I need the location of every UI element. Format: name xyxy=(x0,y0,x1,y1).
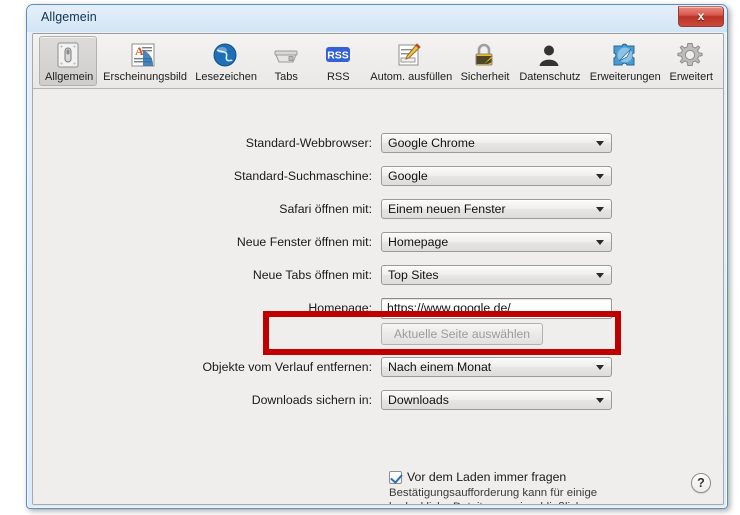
select-value: Downloads xyxy=(388,393,449,407)
note-line-2: bedenkliche Dateitypen, einschließlich xyxy=(389,501,639,504)
select-value: Nach einem Monat xyxy=(388,360,492,374)
row-label: Standard-Suchmaschine: xyxy=(233,169,372,183)
row-label: Standard-Webbrowser: xyxy=(245,136,372,150)
row-label: Neue Fenster öffnen mit: xyxy=(236,235,372,249)
new-tabs-open-with-select[interactable]: Top Sites xyxy=(381,265,612,285)
default-search-engine-select[interactable]: Google xyxy=(381,166,612,186)
chevron-down-icon xyxy=(596,174,604,179)
toolbar-item-allgemein[interactable]: Allgemein xyxy=(39,36,98,86)
remove-history-items-select[interactable]: Nach einem Monat xyxy=(381,357,612,377)
svg-text:RSS: RSS xyxy=(327,50,349,62)
appearance-page-icon: A xyxy=(103,40,183,70)
toolbar-item-sicherheit[interactable]: Sicherheit xyxy=(455,36,514,86)
general-switch-icon xyxy=(45,40,91,70)
row-standard-webbrowser: Standard-Webbrowser: Google Chrome xyxy=(33,133,723,153)
toolbar-item-label: Erscheinungsbild xyxy=(103,71,187,83)
always-ask-checkbox-label: Vor dem Laden immer fragen xyxy=(407,470,567,484)
new-windows-open-with-select[interactable]: Homepage xyxy=(381,232,612,252)
row-safari-oeffnen-mit: Safari öffnen mit: Einem neuen Fenster xyxy=(33,199,723,219)
preferences-toolbar: Allgemein A Erscheinungsbild Lesezeichen… xyxy=(33,34,723,89)
toolbar-item-rss[interactable]: RSS RSS xyxy=(312,36,364,86)
chevron-down-icon xyxy=(596,207,604,212)
row-label: Safari öffnen mit: xyxy=(279,202,372,216)
row-label: Downloads sichern in: xyxy=(251,393,372,407)
toolbar-item-label: Allgemein xyxy=(45,71,94,83)
toolbar-item-label: RSS xyxy=(326,71,350,83)
toolbar-item-label: Erweitert xyxy=(669,71,713,83)
download-warning-note: Bestätigungsaufforderung kann für einige… xyxy=(389,487,639,504)
toolbar-item-tabs[interactable]: Tabs xyxy=(260,36,312,86)
row-label: Homepage: xyxy=(308,301,372,315)
close-icon[interactable]: x xyxy=(678,6,724,27)
row-select-current-page: Aktuelle Seite auswählen xyxy=(33,323,723,345)
extensions-puzzle-icon xyxy=(590,40,658,70)
general-preferences-form: Standard-Webbrowser: Google Chrome Stand… xyxy=(33,89,723,504)
select-value: Google Chrome xyxy=(388,136,475,150)
preferences-panel: Allgemein A Erscheinungsbild Lesezeichen… xyxy=(32,33,724,505)
rss-icon: RSS xyxy=(318,40,358,70)
row-neue-fenster-oeffnen-mit: Neue Fenster öffnen mit: Homepage xyxy=(33,232,723,252)
security-lock-icon xyxy=(461,40,508,70)
row-homepage: Homepage: https://www.google.de/ xyxy=(33,297,723,319)
toolbar-item-lesezeichen[interactable]: Lesezeichen xyxy=(189,36,260,86)
toolbar-item-label: Sicherheit xyxy=(460,71,510,83)
homepage-input[interactable]: https://www.google.de/ xyxy=(381,297,612,319)
select-value: Homepage xyxy=(388,235,449,249)
select-value: Google xyxy=(388,169,428,183)
toolbar-item-label: Tabs xyxy=(274,71,298,83)
always-ask-checkbox[interactable] xyxy=(389,470,402,484)
chevron-down-icon xyxy=(596,273,604,278)
toolbar-item-erweiterungen[interactable]: Erweiterungen xyxy=(584,36,664,86)
toolbar-item-label: Autom. ausfüllen xyxy=(370,71,453,83)
window-titlebar: Allgemein x xyxy=(27,5,727,32)
row-neue-tabs-oeffnen-mit: Neue Tabs öffnen mit: Top Sites xyxy=(33,265,723,285)
select-current-page-button[interactable]: Aktuelle Seite auswählen xyxy=(381,323,543,345)
default-webbrowser-select[interactable]: Google Chrome xyxy=(381,133,612,153)
tabs-icon xyxy=(266,40,306,70)
privacy-person-icon xyxy=(519,40,577,70)
always-ask-before-downloading-row[interactable]: Vor dem Laden immer fragen xyxy=(389,470,566,484)
toolbar-item-erscheinungsbild[interactable]: A Erscheinungsbild xyxy=(97,36,189,86)
toolbar-item-label: Datenschutz xyxy=(519,71,581,83)
select-value: Einem neuen Fenster xyxy=(388,202,506,216)
toolbar-item-erweitert[interactable]: Erweitert xyxy=(664,36,717,86)
row-downloads-sichern-in: Downloads sichern in: Downloads xyxy=(33,390,723,410)
preferences-window: Allgemein x Allgemein A Erscheinungsbild… xyxy=(26,4,728,509)
row-label: Objekte vom Verlauf entfernen: xyxy=(202,360,372,374)
chevron-down-icon xyxy=(596,141,604,146)
chevron-down-icon xyxy=(596,365,604,370)
chevron-down-icon xyxy=(596,398,604,403)
window-title: Allgemein xyxy=(41,10,97,24)
autofill-form-icon xyxy=(370,40,448,70)
save-downloads-to-select[interactable]: Downloads xyxy=(381,390,612,410)
row-standard-suchmaschine: Standard-Suchmaschine: Google xyxy=(33,166,723,186)
advanced-gear-icon xyxy=(670,40,711,70)
toolbar-item-datenschutz[interactable]: Datenschutz xyxy=(513,36,583,86)
select-value: Top Sites xyxy=(388,268,439,282)
safari-opens-with-select[interactable]: Einem neuen Fenster xyxy=(381,199,612,219)
chevron-down-icon xyxy=(596,240,604,245)
row-objekte-vom-verlauf-entfernen: Objekte vom Verlauf entfernen: Nach eine… xyxy=(33,357,723,377)
note-line-1: Bestätigungsaufforderung kann für einige xyxy=(389,487,598,499)
toolbar-item-autom-ausfuellen[interactable]: Autom. ausfüllen xyxy=(364,36,454,86)
help-button[interactable]: ? xyxy=(691,473,711,493)
bookmarks-globe-icon xyxy=(195,40,254,70)
row-label: Neue Tabs öffnen mit: xyxy=(252,268,372,282)
toolbar-item-label: Erweiterungen xyxy=(589,71,661,83)
toolbar-item-label: Lesezeichen xyxy=(195,71,258,83)
